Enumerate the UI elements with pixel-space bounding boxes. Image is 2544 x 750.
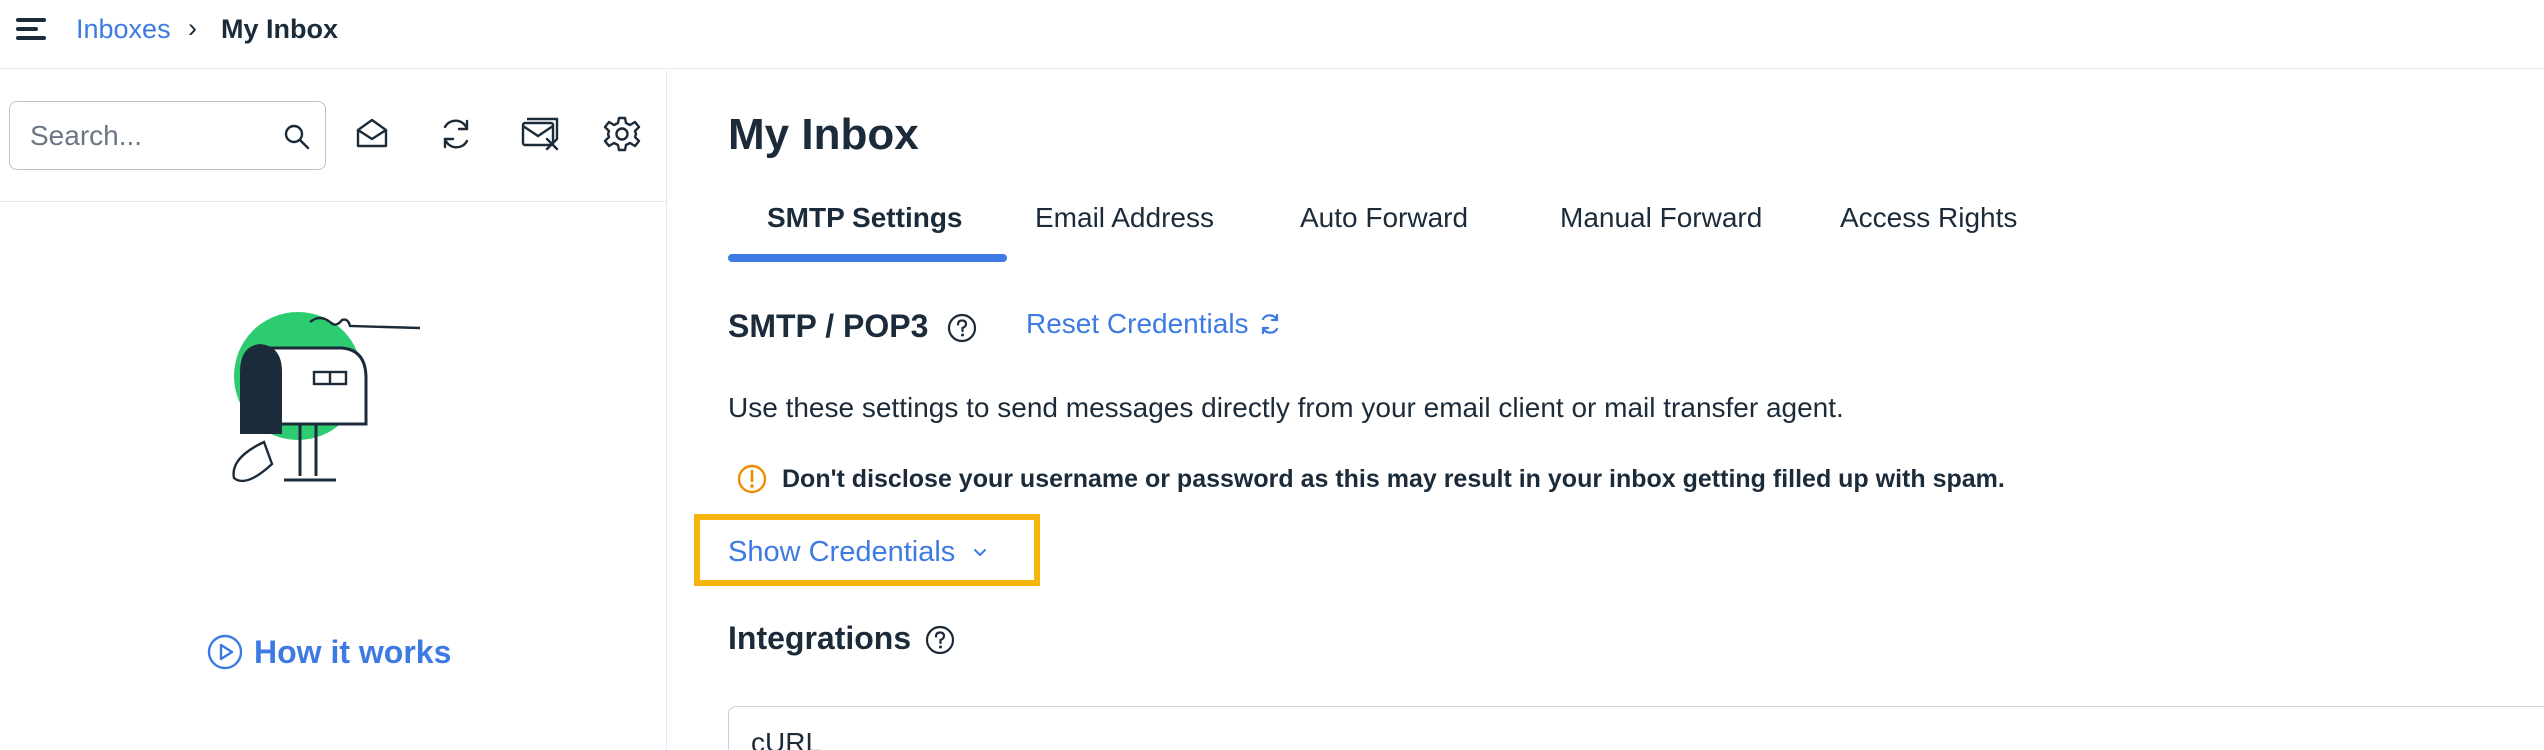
how-it-works-link[interactable]: How it works xyxy=(206,630,451,674)
mark-read-icon[interactable] xyxy=(350,112,394,156)
how-it-works-label: How it works xyxy=(254,633,452,670)
sidebar-toolbar xyxy=(0,70,666,202)
play-circle-icon xyxy=(207,634,243,670)
integration-selected-value: cURL xyxy=(751,727,822,750)
search-box xyxy=(9,101,326,170)
clear-inbox-icon[interactable] xyxy=(518,112,562,156)
show-credentials-label: Show Credentials xyxy=(728,536,956,568)
search-input[interactable] xyxy=(30,116,270,156)
active-tab-indicator xyxy=(728,254,1007,262)
smtp-description: Use these settings to send messages dire… xyxy=(728,392,1844,423)
mailbox-illustration xyxy=(232,312,421,483)
show-credentials-button[interactable]: Show Credentials xyxy=(728,536,989,569)
tab-auto-forward[interactable]: Auto Forward xyxy=(1300,194,1468,260)
chevron-down-icon xyxy=(974,548,987,556)
tab-smtp-settings[interactable]: SMTP Settings xyxy=(767,194,963,260)
integration-select[interactable]: cURL xyxy=(728,706,2544,750)
tab-access-rights[interactable]: Access Rights xyxy=(1840,194,2017,260)
refresh-icon[interactable] xyxy=(434,112,478,156)
settings-gear-icon[interactable] xyxy=(600,112,644,156)
tab-email-address[interactable]: Email Address xyxy=(1035,194,1214,260)
smtp-section-title: SMTP / POP3 xyxy=(728,308,929,344)
smtp-help-icon[interactable] xyxy=(946,312,978,344)
reset-credentials-label: Reset Credentials xyxy=(1026,308,1249,339)
reset-credentials-link[interactable]: Reset Credentials xyxy=(1026,308,1283,340)
page-title: My Inbox xyxy=(728,110,919,159)
security-warning: Don't disclose your username or password… xyxy=(736,463,2005,495)
search-icon[interactable] xyxy=(282,122,312,152)
breadcrumb-current: My Inbox xyxy=(221,14,339,44)
warning-text: Don't disclose your username or password… xyxy=(782,464,2005,493)
integrations-help-icon[interactable] xyxy=(924,624,956,656)
tab-manual-forward[interactable]: Manual Forward xyxy=(1560,194,1762,260)
integrations-title: Integrations xyxy=(728,620,912,656)
hamburger-menu-icon[interactable] xyxy=(14,14,48,44)
main-content: My Inbox SMTP Settings Email Address Aut… xyxy=(668,70,2544,750)
breadcrumb-separator: › xyxy=(188,13,197,43)
warning-icon xyxy=(737,464,767,494)
reset-refresh-icon xyxy=(1261,313,1278,335)
sidebar: How it works xyxy=(0,70,667,750)
breadcrumb-inboxes-link[interactable]: Inboxes xyxy=(76,14,171,45)
top-bar: Inboxes › My Inbox xyxy=(0,0,2544,69)
